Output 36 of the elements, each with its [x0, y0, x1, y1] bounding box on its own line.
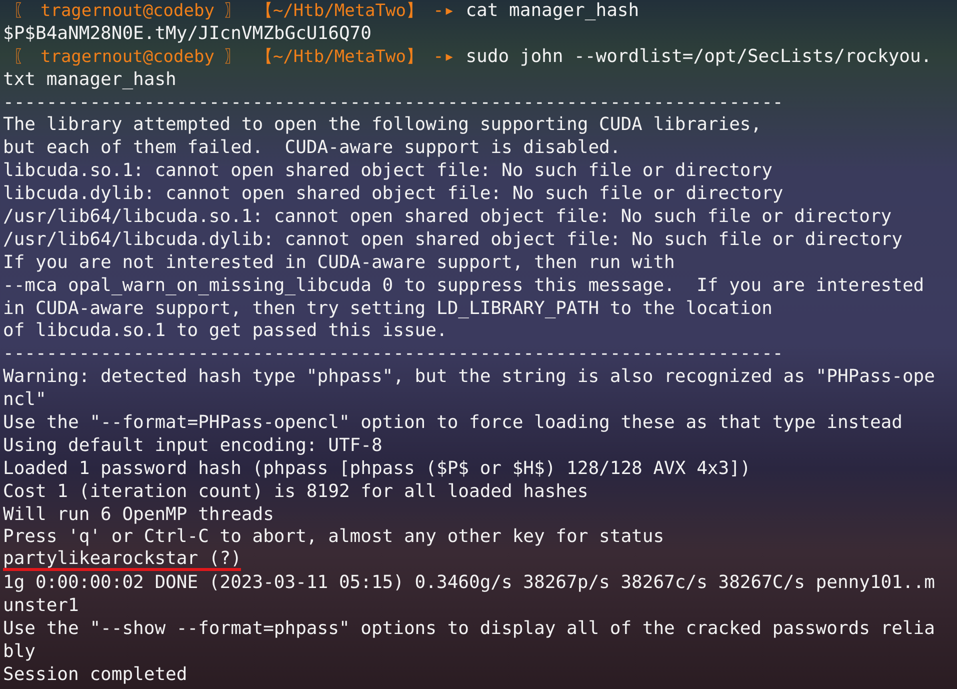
output-line: Press 'q' or Ctrl-C to abort, almost any other key for status — [3, 526, 664, 550]
output-line: /usr/lib64/libcuda.so.1: cannot open shared object file: No such file or directory — [3, 206, 892, 229]
output-line: 1g 0:00:00:02 DONE (2023-03-11 05:15) 0.3460g/s 38267p/s 38267c/s 38267C/s penny101..m — [3, 572, 935, 596]
output-line: The library attempted to open the following supporting CUDA libraries, — [3, 114, 762, 138]
output-line: Using default input encoding: UTF-8 — [3, 434, 382, 458]
output-line: If you are not interested in CUDA-aware support, then run with — [3, 252, 675, 275]
output-line: --mca opal_warn_on_missing_libcuda 0 to suppress this message. If you are interested — [3, 274, 924, 298]
output-line: libcuda.so.1: cannot open shared object file: No such file or directory — [3, 160, 772, 184]
output-line: bly — [3, 640, 36, 664]
output-line: ncl" — [3, 389, 46, 412]
command-text: sudo john --wordlist=/opt/SecLists/rockyou. — [466, 46, 932, 69]
output-line: Warning: detected hash type "phpass", but the string is also recognized as "PHPass-ope — [3, 366, 935, 390]
output-line: /usr/lib64/libcuda.dylib: cannot open shared object file: No such file or directory — [3, 228, 902, 252]
output-line: Use the "--format=PHPass-opencl" option to force loading these as that type instead — [3, 412, 902, 435]
prompt-user: 〖 tragernout@codeby 〗 — [12, 46, 242, 69]
prompt-path: 【~/Htb/MetaTwo】 — [254, 0, 423, 23]
output-line: Session completed — [3, 664, 188, 687]
output-line: txt manager_hash — [3, 68, 176, 92]
output-line: libcuda.dylib: cannot open shared object file: No such file or directory — [3, 183, 784, 206]
output-line: partylikearockstar (?) — [3, 549, 242, 572]
output-line: Cost 1 (iteration count) is 8192 for all loaded hashes — [3, 480, 588, 504]
prompt-user: 〖 tragernout@codeby 〗 — [12, 0, 242, 23]
output-line: ------------------------------------------------------------------------ — [3, 92, 784, 114]
command-text: cat manager_hash — [466, 0, 640, 23]
output-line: ------------------------------------------------------------------------ — [3, 343, 784, 366]
output-line: Will run 6 OpenMP threads — [3, 504, 274, 526]
output-line: unster1 — [3, 595, 79, 618]
prompt-arrow: -▸ — [433, 46, 455, 69]
output-line: in CUDA-aware support, then try setting LD_LIBRARY_PATH to the location — [3, 298, 772, 320]
output-line: Loaded 1 password hash (phpass [phpass ($P$ or $H$) 128/128 AVX 4x3]) — [3, 458, 751, 481]
output-line: but each of them failed. CUDA-aware support is disabled. — [3, 137, 621, 160]
output-line: Use the "--show --format=phpass" options to display all of the cracked passwords relia — [3, 618, 935, 641]
prompt-path: 【~/Htb/MetaTwo】 — [254, 46, 423, 69]
output-line: of libcuda.so.1 to get passed this issue. — [3, 320, 448, 344]
prompt-arrow: -▸ — [433, 0, 455, 23]
output-line: $P$B4aNM28N0E.tMy/JIcnVMZbGcU16Q70 — [3, 22, 372, 46]
